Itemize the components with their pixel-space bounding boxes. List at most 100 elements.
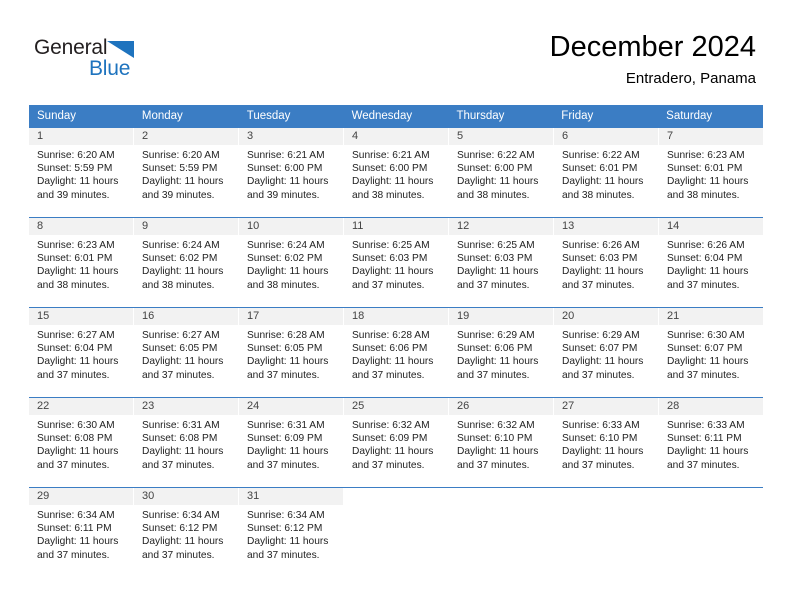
- general-blue-logo[interactable]: General Blue: [34, 36, 184, 86]
- daylight-text-line1: Daylight: 11 hours: [667, 266, 749, 278]
- day-number: 9: [134, 218, 238, 235]
- daylight-text-line2: and 37 minutes.: [247, 549, 320, 561]
- daylight-text-line2: and 39 minutes.: [37, 189, 110, 201]
- logo-triangle-icon: [107, 41, 134, 58]
- sunrise-text: Sunrise: 6:27 AM: [37, 330, 115, 341]
- title-block: December 2024 Entradero, Panama: [550, 30, 756, 89]
- sunrise-text: Sunrise: 6:28 AM: [247, 330, 325, 341]
- day-details: Sunrise: 6:32 AM Sunset: 6:09 PM Dayligh…: [344, 415, 448, 472]
- day-cell[interactable]: 31 Sunrise: 6:34 AM Sunset: 6:12 PM Dayl…: [239, 488, 344, 577]
- day-details: Sunrise: 6:29 AM Sunset: 6:06 PM Dayligh…: [449, 325, 553, 382]
- sunset-text: Sunset: 6:07 PM: [667, 343, 743, 355]
- calendar-week-row: 8 Sunrise: 6:23 AM Sunset: 6:01 PM Dayli…: [29, 217, 763, 307]
- sunrise-text: Sunrise: 6:23 AM: [37, 240, 115, 251]
- sunrise-text: Sunrise: 6:29 AM: [457, 330, 535, 341]
- daylight-text-line2: and 37 minutes.: [142, 459, 215, 471]
- day-cell[interactable]: 2 Sunrise: 6:20 AM Sunset: 5:59 PM Dayli…: [134, 128, 239, 217]
- day-cell[interactable]: 3 Sunrise: 6:21 AM Sunset: 6:00 PM Dayli…: [239, 128, 344, 217]
- sunrise-text: Sunrise: 6:34 AM: [142, 510, 220, 521]
- sunset-text: Sunset: 6:09 PM: [352, 433, 428, 445]
- sunrise-text: Sunrise: 6:21 AM: [247, 150, 325, 161]
- day-number: 4: [344, 128, 448, 145]
- day-details: Sunrise: 6:24 AM Sunset: 6:02 PM Dayligh…: [134, 235, 238, 292]
- day-cell[interactable]: 9 Sunrise: 6:24 AM Sunset: 6:02 PM Dayli…: [134, 218, 239, 307]
- day-cell[interactable]: 8 Sunrise: 6:23 AM Sunset: 6:01 PM Dayli…: [29, 218, 134, 307]
- day-cell[interactable]: 17 Sunrise: 6:28 AM Sunset: 6:05 PM Dayl…: [239, 308, 344, 397]
- day-cell[interactable]: 30 Sunrise: 6:34 AM Sunset: 6:12 PM Dayl…: [134, 488, 239, 577]
- day-cell[interactable]: 25 Sunrise: 6:32 AM Sunset: 6:09 PM Dayl…: [344, 398, 449, 487]
- daylight-text-line1: Daylight: 11 hours: [247, 176, 329, 188]
- sunset-text: Sunset: 6:12 PM: [142, 523, 218, 535]
- day-cell[interactable]: 21 Sunrise: 6:30 AM Sunset: 6:07 PM Dayl…: [659, 308, 763, 397]
- day-cell[interactable]: 27 Sunrise: 6:33 AM Sunset: 6:10 PM Dayl…: [554, 398, 659, 487]
- day-details: Sunrise: 6:21 AM Sunset: 6:00 PM Dayligh…: [239, 145, 343, 202]
- day-number: 10: [239, 218, 343, 235]
- sunrise-text: Sunrise: 6:26 AM: [562, 240, 640, 251]
- day-cell[interactable]: 20 Sunrise: 6:29 AM Sunset: 6:07 PM Dayl…: [554, 308, 659, 397]
- day-number: 26: [449, 398, 553, 415]
- daylight-text-line2: and 37 minutes.: [352, 369, 425, 381]
- day-number: 5: [449, 128, 553, 145]
- daylight-text-line1: Daylight: 11 hours: [142, 176, 224, 188]
- day-cell[interactable]: 13 Sunrise: 6:26 AM Sunset: 6:03 PM Dayl…: [554, 218, 659, 307]
- day-number: 3: [239, 128, 343, 145]
- daylight-text-line1: Daylight: 11 hours: [457, 266, 539, 278]
- day-cell[interactable]: 7 Sunrise: 6:23 AM Sunset: 6:01 PM Dayli…: [659, 128, 763, 217]
- daylight-text-line1: Daylight: 11 hours: [457, 176, 539, 188]
- day-cell[interactable]: 12 Sunrise: 6:25 AM Sunset: 6:03 PM Dayl…: [449, 218, 554, 307]
- day-cell[interactable]: 6 Sunrise: 6:22 AM Sunset: 6:01 PM Dayli…: [554, 128, 659, 217]
- sunrise-text: Sunrise: 6:33 AM: [562, 420, 640, 431]
- day-cell[interactable]: 14 Sunrise: 6:26 AM Sunset: 6:04 PM Dayl…: [659, 218, 763, 307]
- weekday-header-tuesday: Tuesday: [246, 110, 291, 122]
- day-number: [449, 488, 553, 505]
- sunrise-text: Sunrise: 6:25 AM: [352, 240, 430, 251]
- day-cell[interactable]: 28 Sunrise: 6:33 AM Sunset: 6:11 PM Dayl…: [659, 398, 763, 487]
- day-number: 24: [239, 398, 343, 415]
- day-number: 7: [659, 128, 763, 145]
- day-details: Sunrise: 6:33 AM Sunset: 6:11 PM Dayligh…: [659, 415, 763, 472]
- sunset-text: Sunset: 6:01 PM: [562, 163, 638, 175]
- day-cell[interactable]: 18 Sunrise: 6:28 AM Sunset: 6:06 PM Dayl…: [344, 308, 449, 397]
- daylight-text-line2: and 38 minutes.: [562, 189, 635, 201]
- day-cell[interactable]: 1 Sunrise: 6:20 AM Sunset: 5:59 PM Dayli…: [29, 128, 134, 217]
- day-details: Sunrise: 6:23 AM Sunset: 6:01 PM Dayligh…: [659, 145, 763, 202]
- day-cell[interactable]: 23 Sunrise: 6:31 AM Sunset: 6:08 PM Dayl…: [134, 398, 239, 487]
- daylight-text-line2: and 37 minutes.: [142, 549, 215, 561]
- day-details: Sunrise: 6:29 AM Sunset: 6:07 PM Dayligh…: [554, 325, 658, 382]
- daylight-text-line2: and 37 minutes.: [37, 369, 110, 381]
- day-cell[interactable]: 10 Sunrise: 6:24 AM Sunset: 6:02 PM Dayl…: [239, 218, 344, 307]
- calendar-grid: Sunday Monday Tuesday Wednesday Thursday…: [29, 105, 763, 577]
- sunset-text: Sunset: 6:10 PM: [562, 433, 638, 445]
- day-cell-empty: [449, 488, 554, 577]
- day-cell[interactable]: 15 Sunrise: 6:27 AM Sunset: 6:04 PM Dayl…: [29, 308, 134, 397]
- sunset-text: Sunset: 6:01 PM: [37, 253, 113, 265]
- sunrise-text: Sunrise: 6:26 AM: [667, 240, 745, 251]
- sunset-text: Sunset: 6:02 PM: [142, 253, 218, 265]
- day-cell[interactable]: 24 Sunrise: 6:31 AM Sunset: 6:09 PM Dayl…: [239, 398, 344, 487]
- day-details: Sunrise: 6:25 AM Sunset: 6:03 PM Dayligh…: [449, 235, 553, 292]
- day-cell[interactable]: 22 Sunrise: 6:30 AM Sunset: 6:08 PM Dayl…: [29, 398, 134, 487]
- day-cell[interactable]: 11 Sunrise: 6:25 AM Sunset: 6:03 PM Dayl…: [344, 218, 449, 307]
- day-cell[interactable]: 5 Sunrise: 6:22 AM Sunset: 6:00 PM Dayli…: [449, 128, 554, 217]
- day-number: 23: [134, 398, 238, 415]
- day-cell[interactable]: 29 Sunrise: 6:34 AM Sunset: 6:11 PM Dayl…: [29, 488, 134, 577]
- day-number: 11: [344, 218, 448, 235]
- logo-text-blue: Blue: [89, 57, 131, 80]
- day-number: 19: [449, 308, 553, 325]
- sunrise-text: Sunrise: 6:32 AM: [352, 420, 430, 431]
- sunset-text: Sunset: 6:00 PM: [247, 163, 323, 175]
- daylight-text-line2: and 37 minutes.: [37, 459, 110, 471]
- daylight-text-line1: Daylight: 11 hours: [352, 266, 434, 278]
- sunrise-text: Sunrise: 6:21 AM: [352, 150, 430, 161]
- daylight-text-line1: Daylight: 11 hours: [667, 446, 749, 458]
- day-cell[interactable]: 19 Sunrise: 6:29 AM Sunset: 6:06 PM Dayl…: [449, 308, 554, 397]
- sunset-text: Sunset: 6:03 PM: [457, 253, 533, 265]
- day-cell[interactable]: 4 Sunrise: 6:21 AM Sunset: 6:00 PM Dayli…: [344, 128, 449, 217]
- daylight-text-line2: and 37 minutes.: [667, 279, 740, 291]
- sunrise-text: Sunrise: 6:23 AM: [667, 150, 745, 161]
- day-cell[interactable]: 16 Sunrise: 6:27 AM Sunset: 6:05 PM Dayl…: [134, 308, 239, 397]
- day-cell[interactable]: 26 Sunrise: 6:32 AM Sunset: 6:10 PM Dayl…: [449, 398, 554, 487]
- sunset-text: Sunset: 6:10 PM: [457, 433, 533, 445]
- sunset-text: Sunset: 6:09 PM: [247, 433, 323, 445]
- day-details: Sunrise: 6:20 AM Sunset: 5:59 PM Dayligh…: [134, 145, 238, 202]
